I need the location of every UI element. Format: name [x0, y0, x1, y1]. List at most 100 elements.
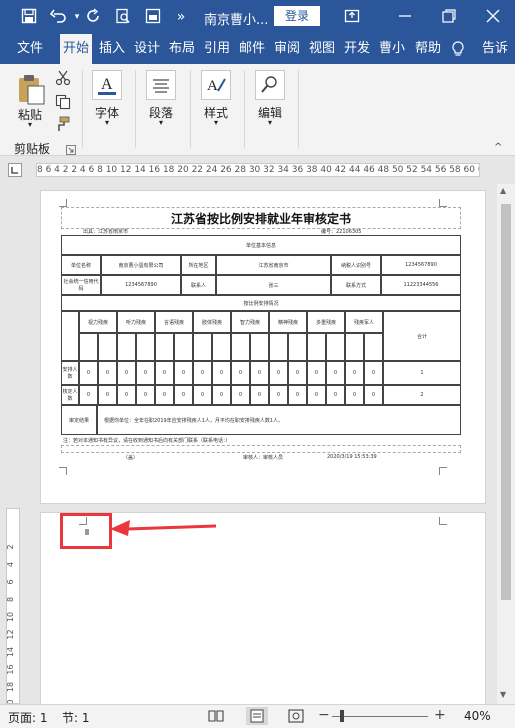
editing-dropdown-icon[interactable]: ▾: [251, 118, 289, 127]
tab-insert[interactable]: 插入: [96, 34, 128, 64]
tab-mailings[interactable]: 邮件: [236, 34, 268, 64]
tab-review[interactable]: 审阅: [271, 34, 303, 64]
zoom-slider-thumb[interactable]: [340, 710, 344, 722]
login-button[interactable]: 登录: [274, 6, 320, 26]
subheader: [345, 333, 364, 361]
restore-icon[interactable]: [440, 8, 458, 26]
format-painter-icon[interactable]: [55, 116, 71, 132]
value-cell: 0: [231, 361, 250, 385]
credit-label: 社会统一信用代码: [61, 275, 101, 295]
collapse-ribbon-icon[interactable]: ^: [494, 142, 506, 153]
paragraph-icon[interactable]: [146, 70, 176, 100]
svg-text:A: A: [207, 78, 218, 94]
zoom-in-button[interactable]: +: [434, 707, 446, 723]
subheader: [155, 333, 174, 361]
ribbon-tabs: 文件 开始 插入 设计 布局 引用 邮件 审阅 视图 开发 曹小 帮助 告诉: [0, 34, 515, 64]
category-header: 智力残疾: [231, 311, 269, 333]
tab-developer[interactable]: 开发: [341, 34, 373, 64]
font-icon[interactable]: A: [92, 70, 122, 100]
separator: [190, 70, 191, 148]
value-cell: 0: [98, 361, 117, 385]
subheader: [269, 333, 288, 361]
category-header: 精神残疾: [269, 311, 307, 333]
vruler-number: 16: [7, 664, 15, 674]
serial-text: 编号：22106305: [321, 229, 362, 235]
category-header: 多重残疾: [307, 311, 345, 333]
paste-icon[interactable]: [14, 72, 48, 106]
issuer-text: 出具：江苏省南京市: [83, 229, 129, 235]
tab-references[interactable]: 引用: [201, 34, 233, 64]
tab-home[interactable]: 开始: [60, 34, 92, 64]
subheader: [174, 333, 193, 361]
scroll-up-icon[interactable]: ▲: [500, 186, 506, 195]
save-icon[interactable]: [20, 8, 38, 26]
close-icon[interactable]: [484, 8, 502, 26]
subheader: [98, 333, 117, 361]
paste-dropdown-icon[interactable]: ▾: [12, 120, 48, 129]
font-dropdown-icon[interactable]: ▾: [88, 118, 126, 127]
tab-file[interactable]: 文件: [10, 34, 50, 64]
more-commands-icon[interactable]: »: [172, 8, 190, 26]
clipboard-group-label: 剪贴板: [13, 142, 50, 156]
value-cell: 0: [364, 361, 383, 385]
clipboard-launcher-icon[interactable]: [66, 144, 76, 155]
minimize-icon[interactable]: [396, 8, 414, 26]
cut-icon[interactable]: [55, 70, 71, 86]
styles-icon[interactable]: A: [201, 70, 231, 100]
subheader: [307, 333, 326, 361]
paragraph-dropdown-icon[interactable]: ▾: [142, 118, 180, 127]
subheader: [193, 333, 212, 361]
undo-icon[interactable]: [49, 8, 68, 26]
zoom-slider[interactable]: [332, 716, 428, 717]
zoom-level[interactable]: 40%: [464, 709, 491, 723]
svg-text:A: A: [101, 76, 113, 93]
tab-design[interactable]: 设计: [131, 34, 163, 64]
credit-value: 1234567890: [101, 275, 181, 295]
print-layout-icon[interactable]: [246, 707, 268, 725]
vruler-number: 4: [7, 562, 15, 567]
category-header: 言语残疾: [155, 311, 193, 333]
editing-icon[interactable]: [255, 70, 285, 100]
redo-icon[interactable]: [84, 8, 102, 26]
vertical-ruler[interactable]: 2 4 6 8 10 12 14 16 18 20: [6, 508, 20, 710]
value-cell: 0: [155, 385, 174, 405]
value-cell: 0: [98, 385, 117, 405]
zoom-out-button[interactable]: −: [318, 707, 330, 723]
value-cell: 0: [174, 361, 193, 385]
footer-seal: （盖）: [123, 455, 139, 461]
tell-me-search[interactable]: 告诉: [478, 34, 512, 64]
ribbon-display-options-icon[interactable]: [343, 8, 361, 26]
web-layout-icon[interactable]: [288, 709, 304, 723]
copy-icon[interactable]: [55, 94, 71, 110]
horizontal-ruler[interactable]: 8 6 4 2 2 4 6 8 10 12 14 16 18 20 22 24 …: [36, 163, 480, 177]
audit-label: 审定结果: [61, 405, 97, 435]
vertical-scrollbar[interactable]: ▲ ▼: [497, 184, 515, 704]
category-header: 听力残疾: [117, 311, 155, 333]
styles-dropdown-icon[interactable]: ▾: [197, 118, 235, 127]
read-mode-icon[interactable]: [208, 709, 224, 723]
status-bar: 页面: 1 节: 1 − + 40%: [0, 704, 515, 728]
tab-help[interactable]: 帮助: [411, 34, 445, 64]
scroll-down-icon[interactable]: ▼: [500, 690, 506, 699]
form-icon[interactable]: [144, 8, 162, 26]
tab-view[interactable]: 视图: [306, 34, 338, 64]
scrollbar-thumb[interactable]: [501, 204, 511, 600]
print-preview-icon[interactable]: [114, 8, 132, 26]
subheader: [117, 333, 136, 361]
contact-label: 联系人: [181, 275, 216, 295]
lightbulb-icon[interactable]: [448, 34, 468, 64]
tab-addin[interactable]: 曹小: [376, 34, 408, 64]
separator: [135, 70, 136, 148]
red-arrow-icon: [110, 520, 217, 536]
tab-selector[interactable]: [8, 163, 22, 177]
value-cell: 0: [345, 361, 364, 385]
page-indicator[interactable]: 页面: 1: [8, 709, 48, 726]
value-cell: 0: [212, 385, 231, 405]
section-indicator[interactable]: 节: 1: [62, 709, 90, 726]
phone-label: 联系方式: [331, 275, 381, 295]
margin-mark: [59, 467, 67, 475]
region-value: 江苏省南京市: [216, 255, 331, 275]
separator: [298, 70, 299, 148]
vruler-number: 6: [7, 579, 15, 584]
tab-layout[interactable]: 布局: [166, 34, 198, 64]
